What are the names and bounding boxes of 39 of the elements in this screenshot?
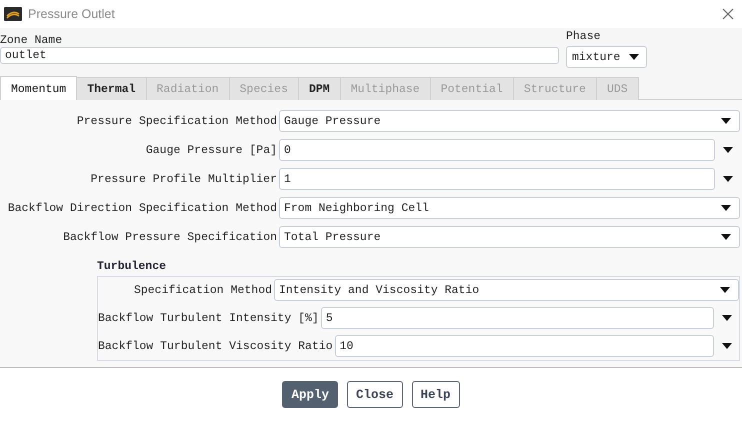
window-title: Pressure Outlet bbox=[28, 7, 116, 21]
input-field[interactable]: 1 bbox=[279, 168, 715, 190]
caret-icon bbox=[629, 54, 639, 60]
input-field[interactable]: 0 bbox=[279, 139, 715, 161]
input-field[interactable]: 10 bbox=[334, 335, 714, 357]
tab[interactable]: Momentum bbox=[0, 76, 78, 101]
field-label: Specification Method bbox=[132, 284, 273, 296]
field-label: Pressure Profile Multiplier bbox=[90, 172, 278, 186]
field-label: Gauge Pressure [Pa] bbox=[144, 144, 278, 156]
caret-icon bbox=[720, 287, 730, 293]
dropdown[interactable]: Total Pressure bbox=[279, 226, 740, 248]
button[interactable]: Close bbox=[346, 381, 402, 408]
dropdown[interactable]: From Neighboring Cell bbox=[279, 197, 740, 219]
field-label: Pressure Specification Method bbox=[76, 114, 278, 128]
close-icon[interactable] bbox=[722, 8, 734, 20]
field-label: Backflow Direction Specification Method bbox=[6, 202, 278, 214]
field-label: Backflow Pressure Specification bbox=[62, 230, 278, 244]
dropdown[interactable]: Gauge Pressure bbox=[279, 110, 740, 132]
tab[interactable]: DPM bbox=[298, 77, 341, 100]
button[interactable]: Apply bbox=[282, 381, 338, 408]
dropdown[interactable]: Intensity and Viscosity Ratio bbox=[274, 279, 739, 301]
caret-icon bbox=[721, 205, 731, 211]
input-field[interactable]: outlet bbox=[0, 47, 559, 64]
app-icon bbox=[4, 7, 22, 21]
caret-icon bbox=[721, 234, 731, 240]
dropdown[interactable]: mixture bbox=[566, 46, 647, 68]
field-label: Backflow Turbulent Viscosity Ratio bbox=[98, 340, 334, 352]
field-label: Phase bbox=[566, 30, 602, 43]
tab[interactable]: Thermal bbox=[76, 77, 147, 100]
button[interactable]: Help bbox=[412, 381, 460, 408]
caret-icon[interactable] bbox=[722, 315, 732, 321]
section-title: Turbulence bbox=[97, 260, 168, 275]
field-label: Backflow Turbulent Intensity [%] bbox=[98, 312, 320, 324]
caret-icon[interactable] bbox=[722, 343, 732, 349]
field-label: Zone Name bbox=[0, 34, 64, 47]
input-field[interactable]: 5 bbox=[320, 307, 714, 329]
caret-icon[interactable] bbox=[722, 176, 732, 182]
caret-icon[interactable] bbox=[722, 147, 732, 153]
caret-icon bbox=[721, 118, 731, 124]
